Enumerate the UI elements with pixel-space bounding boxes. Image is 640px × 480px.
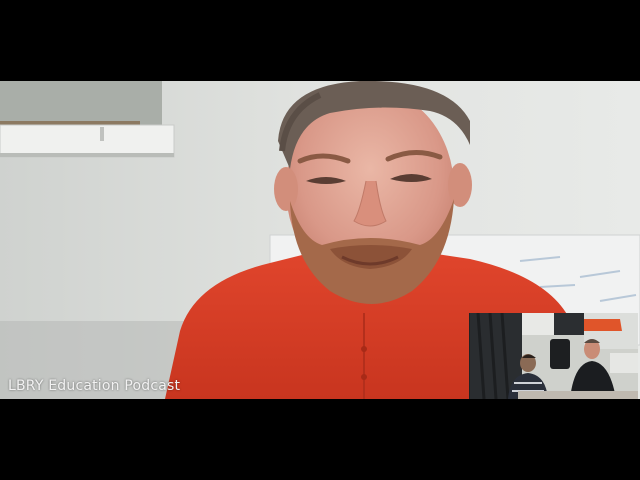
- picture-in-picture-video[interactable]: [469, 313, 638, 399]
- stream-caption: LBRY Education Podcast: [8, 378, 181, 394]
- letterbox-top: [0, 0, 640, 81]
- letterbox-bottom: [0, 399, 640, 480]
- main-video-feed: LBRY Education Podcast: [0, 81, 640, 399]
- pip-video-frame: [470, 313, 638, 399]
